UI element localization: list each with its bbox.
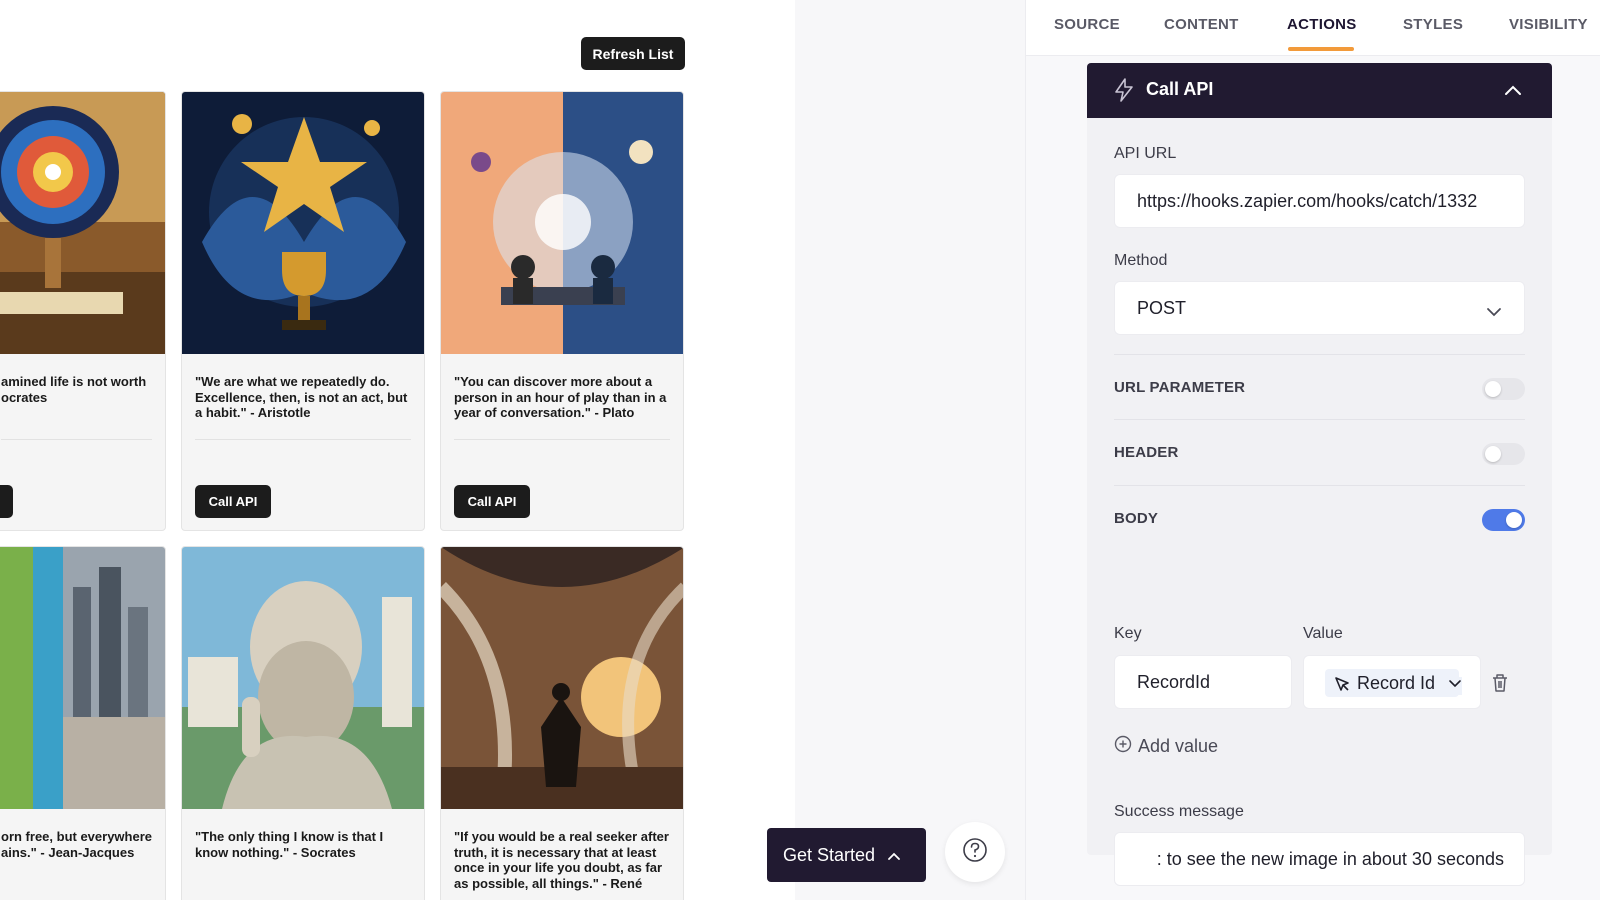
url-parameter-toggle[interactable] [1482, 378, 1525, 400]
call-api-section: Call API API URL https://hooks.zapier.co… [1087, 63, 1552, 886]
card-quote: "You can discover more about a person in… [454, 374, 667, 420]
card-divider [1, 439, 152, 440]
quote-card: "If you would be a real seeker after tru… [440, 546, 684, 900]
canvas-gutter [795, 0, 1026, 900]
properties-panel: SOURCE CONTENT ACTIONS STYLES VISIBILITY… [1026, 0, 1600, 900]
api-url-input[interactable]: https://hooks.zapier.com/hooks/catch/133… [1114, 174, 1525, 228]
success-message-value: : to see the new image in about 30 secon… [1156, 848, 1504, 869]
card-divider [454, 439, 670, 440]
question-circle-icon [962, 837, 988, 868]
tab-visibility[interactable]: VISIBILITY [1509, 16, 1588, 33]
tab-content[interactable]: CONTENT [1164, 16, 1239, 33]
card-image-philosophers [441, 92, 683, 354]
method-select[interactable]: POST [1114, 281, 1525, 335]
chevron-down-icon [1448, 677, 1462, 695]
section-title: Call API [1146, 79, 1214, 99]
panel-tabs: SOURCE CONTENT ACTIONS STYLES VISIBILITY [1026, 0, 1600, 56]
card-quote: amined life is not worth ocrates [1, 374, 147, 405]
call-api-button[interactable] [0, 485, 13, 518]
plus-circle-icon [1114, 735, 1132, 758]
value-label: Value [1303, 625, 1343, 642]
value-chip[interactable]: Record Id [1325, 669, 1459, 697]
card-quote: "We are what we repeatedly do. Excellenc… [195, 374, 408, 420]
cursor-icon [1333, 675, 1351, 697]
card-quote: orn free, but everywhere ains." - Jean-J… [1, 829, 152, 860]
help-button[interactable] [945, 822, 1005, 882]
body-label: BODY [1114, 510, 1159, 527]
url-parameter-label: URL PARAMETER [1114, 379, 1246, 396]
quote-card: "You can discover more about a person in… [440, 91, 684, 531]
get-started-label: Get Started [783, 844, 876, 865]
body-key-input[interactable]: RecordId [1114, 655, 1292, 709]
lightning-icon [1113, 78, 1135, 107]
header-row: HEADER [1114, 420, 1525, 486]
card-image-city [0, 547, 165, 809]
quote-card: orn free, but everywhere ains." - Jean-J… [0, 546, 166, 900]
chevron-down-icon [1486, 302, 1502, 323]
card-image-clockwork [0, 92, 165, 354]
method-value: POST [1137, 297, 1187, 318]
body-value-select[interactable]: Record Id [1303, 655, 1481, 709]
call-api-button[interactable]: Call API [195, 485, 271, 518]
refresh-list-button[interactable]: Refresh List [581, 37, 685, 70]
header-toggle[interactable] [1482, 443, 1525, 465]
add-value-button[interactable]: Add value [1114, 735, 1218, 758]
header-label: HEADER [1114, 444, 1179, 461]
tab-styles[interactable]: STYLES [1403, 16, 1463, 33]
add-value-label: Add value [1138, 736, 1219, 756]
card-image-seeker [441, 547, 683, 809]
quote-card: "The only thing I know is that I know no… [181, 546, 425, 900]
chevron-up-icon[interactable] [1504, 83, 1522, 101]
value-chip-label: Record Id [1357, 672, 1436, 693]
api-url-label: API URL [1114, 145, 1177, 162]
tab-source[interactable]: SOURCE [1054, 16, 1120, 33]
card-quote: "The only thing I know is that I know no… [195, 829, 384, 860]
url-parameter-row: URL PARAMETER [1114, 354, 1525, 420]
quote-card: amined life is not worth ocrates [0, 91, 166, 531]
active-tab-indicator [1288, 47, 1354, 51]
method-label: Method [1114, 252, 1168, 269]
success-message-input[interactable]: : to see the new image in about 30 secon… [1114, 832, 1525, 886]
card-quote: "If you would be a real seeker after tru… [454, 829, 669, 894]
chevron-up-icon [887, 845, 901, 866]
section-header[interactable]: Call API [1087, 63, 1552, 118]
body-toggle[interactable] [1482, 509, 1525, 531]
success-message-label: Success message [1114, 803, 1244, 820]
key-label: Key [1114, 625, 1142, 642]
quote-card: "We are what we repeatedly do. Excellenc… [181, 91, 425, 531]
tab-actions[interactable]: ACTIONS [1287, 16, 1357, 33]
card-image-socrates [182, 547, 424, 809]
trash-icon[interactable] [1491, 673, 1509, 698]
app-canvas: Refresh List amined life is not worth oc… [0, 0, 795, 900]
card-image-trophy [182, 92, 424, 354]
body-row: BODY [1114, 486, 1525, 552]
get-started-button[interactable]: Get Started [767, 828, 926, 882]
card-divider [195, 439, 411, 440]
call-api-button[interactable]: Call API [454, 485, 530, 518]
